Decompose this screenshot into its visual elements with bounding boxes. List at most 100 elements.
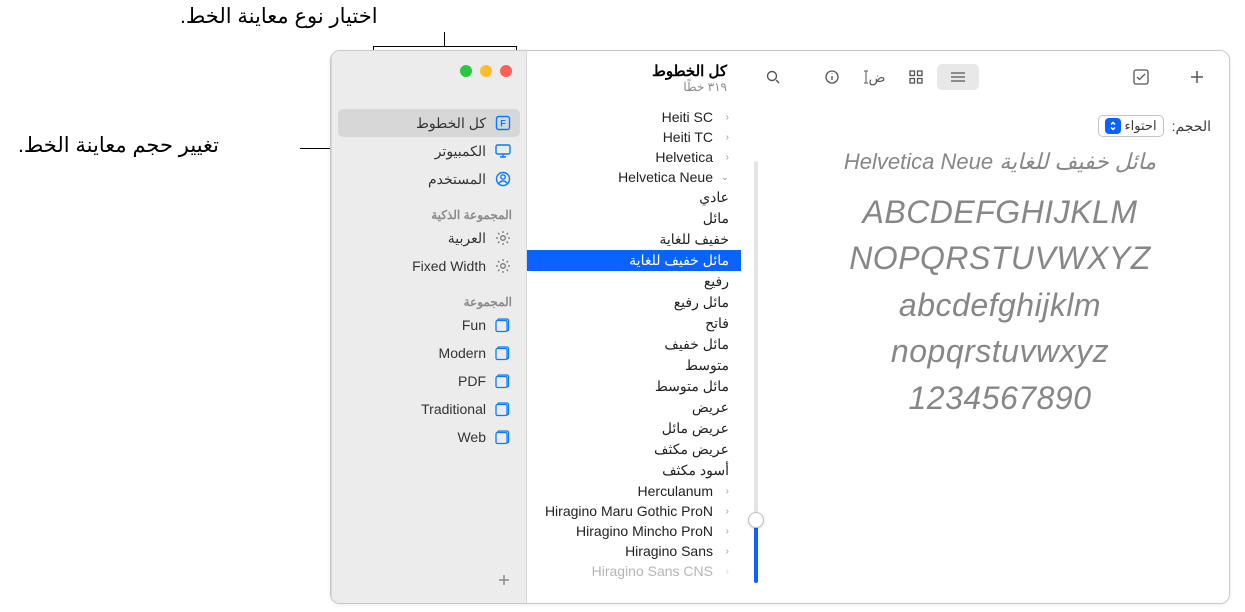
size-label: الحجم: (1172, 118, 1211, 135)
search-button[interactable] (755, 64, 791, 90)
folder-icon (494, 344, 512, 362)
sidebar-section-header: المجموعة (332, 290, 526, 311)
font-family-row[interactable]: ‹ Hiragino Maru Gothic ProN (527, 501, 741, 521)
font-family-row[interactable]: ‹ Heiti TC (527, 127, 741, 147)
size-dropdown[interactable]: احتواء (1098, 115, 1164, 137)
font-style-row[interactable]: أسود مكثف (527, 460, 741, 481)
font-family-name: Helvetica (655, 149, 713, 165)
font-family-name: Hiragino Sans CNS (592, 563, 713, 579)
chevron-left-icon: ‹ (719, 546, 729, 557)
grid-view-button[interactable] (895, 64, 937, 90)
font-style-row[interactable]: عادي (527, 187, 741, 208)
sidebar-item-label: الكمبيوتر (435, 143, 486, 160)
font-family-name: Hiragino Mincho ProN (576, 523, 713, 539)
font-list[interactable]: ‹ Heiti SC ‹ Heiti TC ‹ Helvetica ⌄Helvetica N… (527, 103, 741, 603)
size-row: الحجم: احتواء (741, 103, 1229, 141)
font-style-row[interactable]: مائل خفيف للغاية (527, 250, 741, 271)
preview-pane: ض الحجم: احتواء (741, 51, 1229, 603)
chevron-left-icon: ‹ (719, 526, 729, 537)
add-collection-button[interactable] (496, 572, 512, 593)
minimize-window-button[interactable] (480, 65, 492, 77)
chevron-left-icon: ‹ (719, 132, 729, 143)
toolbar: ض (741, 51, 1229, 103)
callout-line (300, 148, 334, 149)
folder-icon (494, 372, 512, 390)
user-icon (494, 170, 512, 188)
font-family-name: Heiti SC (662, 109, 713, 125)
font-style-row[interactable]: عريض مائل (527, 418, 741, 439)
font-list-header: كل الخطوط ٣١٩ خطًا (527, 51, 741, 103)
font-family-name: Hiragino Maru Gothic ProN (545, 503, 713, 519)
size-value: احتواء (1125, 118, 1157, 134)
font-style-row[interactable]: رفيع (527, 271, 741, 292)
chevron-left-icon: ‹ (719, 112, 729, 123)
preview-mode-segmented: ض (811, 64, 979, 90)
zoom-window-button[interactable] (460, 65, 472, 77)
chevron-left-icon: ‹ (719, 152, 729, 163)
sidebar-item-label: Fun (462, 317, 486, 333)
sidebar-item[interactable]: Traditional (332, 395, 526, 423)
sidebar: Fكل الخطوطالكمبيوترالمستخدمالمجموعة الذك… (331, 51, 526, 603)
chevron-updown-icon (1105, 118, 1121, 134)
sidebar-item-label: كل الخطوط (416, 115, 486, 132)
sidebar-item[interactable]: PDF (332, 367, 526, 395)
library-icon: F (494, 114, 512, 132)
font-family-name: Heiti TC (663, 129, 713, 145)
sample-line: ABCDEFGHIJKLM (805, 189, 1195, 235)
font-style-row[interactable]: عريض مكثف (527, 439, 741, 460)
font-family-row[interactable]: ‹Herculanum (527, 481, 741, 501)
sidebar-item[interactable]: المستخدم (332, 165, 526, 193)
font-style-row[interactable]: مائل رفيع (527, 292, 741, 313)
font-style-row[interactable]: خفيف للغاية (527, 229, 741, 250)
preview-body: مائل خفيف للغاية Helvetica Neue ABCDEFGH… (741, 141, 1229, 603)
sidebar-item-label: PDF (458, 373, 486, 389)
font-style-row[interactable]: مائل (527, 208, 741, 229)
sidebar-item-label: Traditional (421, 401, 486, 417)
font-family-row[interactable]: ‹ Hiragino Mincho ProN (527, 521, 741, 541)
font-family-row[interactable]: ‹ Helvetica (527, 147, 741, 167)
font-style-row[interactable]: عريض (527, 397, 741, 418)
sidebar-item[interactable]: Fixed Width (332, 252, 526, 280)
chevron-left-icon: ‹ (719, 506, 729, 517)
font-family-row[interactable]: ⌄Helvetica Neue (527, 167, 741, 187)
info-view-button[interactable] (811, 64, 853, 90)
font-family-name: Helvetica Neue (618, 169, 713, 185)
custom-view-button[interactable]: ض (853, 64, 895, 90)
font-style-row[interactable]: فاتح (527, 313, 741, 334)
collection-count: ٣١٩ خطًا (541, 80, 727, 94)
font-family-row[interactable]: ‹ Heiti SC (527, 107, 741, 127)
sidebar-list: Fكل الخطوطالكمبيوترالمستخدمالمجموعة الذك… (332, 103, 526, 451)
sample-text: مائل خفيف للغاية Helvetica Neue ABCDEFGH… (771, 141, 1229, 603)
sidebar-item[interactable]: Fun (332, 311, 526, 339)
slider-knob[interactable] (748, 512, 764, 528)
close-window-button[interactable] (500, 65, 512, 77)
chevron-left-icon: ‹ (719, 486, 729, 497)
sidebar-item[interactable]: F كل الخطوط (338, 109, 520, 137)
sample-line: abcdefghijklm (805, 282, 1195, 328)
sidebar-item-label: المستخدم (428, 171, 486, 188)
font-style-row[interactable]: متوسط (527, 355, 741, 376)
gear-icon (494, 229, 512, 247)
font-style-row[interactable]: مائل خفيف (527, 334, 741, 355)
callout-line (444, 32, 445, 46)
sidebar-item[interactable]: الكمبيوتر (332, 137, 526, 165)
sidebar-item[interactable]: Modern (332, 339, 526, 367)
folder-icon (494, 428, 512, 446)
plus-button[interactable] (1179, 64, 1215, 90)
callout-preview-size: تغيير حجم معاينة الخط. (18, 133, 298, 158)
gear-icon (494, 257, 512, 275)
font-book-window: ض الحجم: احتواء (330, 50, 1230, 604)
callout-preview-type: اختيار نوع معاينة الخط. (180, 4, 460, 29)
font-family-row[interactable]: ‹Hiragino Sans (527, 541, 741, 561)
sample-line: 1234567890 (805, 375, 1195, 421)
sample-view-button[interactable] (937, 64, 979, 90)
chevron-left-icon: ‹ (719, 566, 729, 577)
sidebar-item[interactable]: العربية (332, 224, 526, 252)
font-family-row[interactable]: ‹ Hiragino Sans CNS (527, 561, 741, 581)
sidebar-item[interactable]: Web (332, 423, 526, 451)
folder-icon (494, 400, 512, 418)
collection-title: كل الخطوط (541, 62, 727, 80)
font-style-row[interactable]: مائل متوسط (527, 376, 741, 397)
checkbox-button[interactable] (1123, 64, 1159, 90)
size-slider[interactable] (741, 141, 771, 603)
